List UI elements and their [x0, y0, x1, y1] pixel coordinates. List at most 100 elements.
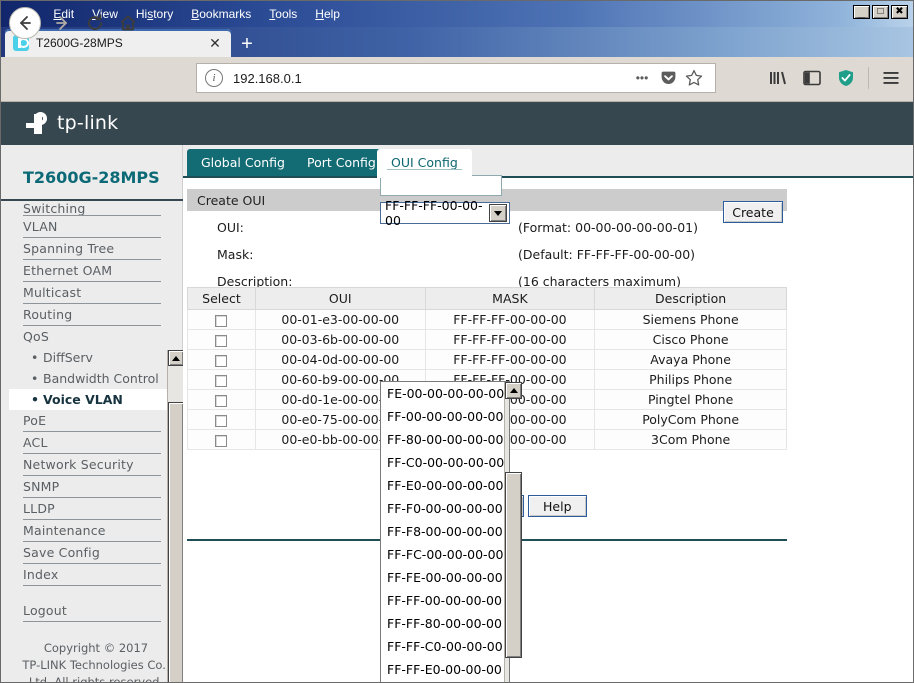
sidebar-item-acl[interactable]: ACL	[23, 432, 161, 454]
mask-option[interactable]: FE-00-00-00-00-00	[381, 382, 504, 405]
menu-tools[interactable]: Tools	[260, 6, 306, 22]
mask-option[interactable]: FF-FF-00-00-00-00	[381, 589, 504, 612]
page-actions-icon[interactable]: •••	[629, 71, 655, 85]
reload-icon	[88, 14, 102, 31]
menu-icon[interactable]	[875, 63, 907, 93]
sidebar-item-multicast[interactable]: Multicast	[23, 282, 161, 304]
site-info-icon[interactable]: i	[205, 69, 223, 87]
back-arrow-icon	[20, 16, 31, 30]
dropdown-scroll-thumb[interactable]	[505, 472, 523, 658]
sidebar-item-spanning-tree[interactable]: Spanning Tree	[23, 238, 161, 260]
minimize-button[interactable]: _	[853, 5, 870, 19]
new-tab-button[interactable]: +	[233, 32, 261, 57]
url-input[interactable]: 192.168.0.1	[233, 71, 629, 86]
row-description-cell: Philips Phone	[594, 369, 787, 390]
minimize-icon: _	[857, 4, 866, 19]
row-checkbox[interactable]	[215, 354, 228, 367]
mask-option[interactable]: FF-FF-C0-00-00-00	[381, 635, 504, 658]
row-oui-cell: 00-04-0d-00-00-00	[254, 349, 426, 370]
tab-close-icon[interactable]: ✕	[207, 36, 223, 50]
row-checkbox[interactable]	[215, 434, 228, 447]
app-header: tp-link	[1, 102, 913, 145]
toolbar-right	[762, 63, 907, 93]
device-model-label: T2600G-28MPS	[23, 167, 160, 187]
tab-port-config[interactable]: Port Config	[293, 149, 390, 176]
sidebar-item-snmp[interactable]: SNMP	[23, 476, 161, 498]
url-bar[interactable]: i 192.168.0.1 •••	[196, 63, 716, 93]
web-page-viewport: tp-link T2600G-28MPS Switching VLAN Span…	[1, 102, 913, 682]
sidebar-item-bandwidth-control[interactable]: Bandwidth Control	[23, 368, 183, 389]
sidebar-scrollbar[interactable]	[167, 350, 184, 682]
shield-icon[interactable]	[830, 63, 862, 93]
menu-bookmarks[interactable]: Bookmarks	[182, 6, 260, 22]
sidebar-item-lldp[interactable]: LLDP	[23, 498, 161, 520]
mask-dropdown-list[interactable]: FE-00-00-00-00-00 FF-00-00-00-00-00 FF-80-…	[380, 381, 523, 682]
sidebar-scroll-thumb[interactable]	[168, 402, 184, 682]
mask-select-arrow[interactable]	[489, 204, 507, 222]
sidebar-scroll-up-button[interactable]	[168, 350, 184, 366]
mask-option[interactable]: FF-80-00-00-00-00	[381, 428, 504, 451]
mask-option[interactable]: FF-F0-00-00-00-00	[381, 497, 504, 520]
sidebar-item-index[interactable]: Index	[23, 564, 161, 586]
sidebar-item-voice-vlan[interactable]: Voice VLAN	[9, 389, 183, 410]
sidebar-item-diffserv[interactable]: DiffServ	[23, 347, 183, 368]
row-checkbox[interactable]	[215, 314, 228, 327]
brand-text: tp-link	[57, 112, 119, 134]
dropdown-scroll-up-button[interactable]	[505, 382, 523, 399]
sidebar-item-poe[interactable]: PoE	[23, 410, 161, 432]
copyright-block: Copyright © 2017 TP-LINK Technologies Co…	[9, 640, 183, 682]
pocket-icon[interactable]	[655, 70, 681, 87]
row-checkbox[interactable]	[215, 394, 228, 407]
row-oui-cell: 00-01-e3-00-00-00	[254, 309, 426, 330]
sidebar: T2600G-28MPS Switching VLAN Spanning Tre…	[1, 145, 184, 682]
home-button[interactable]	[112, 7, 144, 39]
maximize-icon: □	[877, 6, 884, 17]
window-controls: _ □ ✖	[853, 5, 908, 19]
sidebar-item-vlan[interactable]: VLAN	[23, 216, 161, 238]
mask-option[interactable]: FF-00-00-00-00-00	[381, 405, 504, 428]
row-checkbox[interactable]	[215, 374, 228, 387]
row-checkbox[interactable]	[215, 334, 228, 347]
close-button[interactable]: ✖	[891, 5, 908, 19]
sidebar-divider	[1, 199, 183, 201]
mask-select[interactable]: FF-FF-FF-00-00-00	[380, 198, 510, 228]
sidebar-item-maintenance[interactable]: Maintenance	[23, 520, 161, 542]
mask-option[interactable]: FF-FC-00-00-00-00	[381, 543, 504, 566]
menu-help[interactable]: Help	[306, 6, 349, 22]
mask-option[interactable]: FF-FE-00-00-00-00	[381, 566, 504, 589]
tplink-mark-icon	[25, 110, 51, 136]
create-button[interactable]: Create	[723, 201, 783, 223]
sidebar-item-ethernet-oam[interactable]: Ethernet OAM	[23, 260, 161, 282]
tab-oui-config[interactable]: OUI Config	[377, 149, 472, 178]
sidebar-item-network-security[interactable]: Network Security	[23, 454, 161, 476]
mask-dropdown-scrollbar[interactable]	[504, 382, 523, 682]
sidebar-item-save-config[interactable]: Save Config	[23, 542, 161, 564]
reload-button[interactable]	[79, 7, 111, 39]
mask-select-value: FF-FF-FF-00-00-00	[385, 198, 483, 228]
mask-option[interactable]: FF-C0-00-00-00-00	[381, 451, 504, 474]
row-oui-cell: 00-03-6b-00-00-00	[254, 329, 426, 350]
mask-option[interactable]: FF-FF-E0-00-00-00	[381, 658, 504, 681]
sidebar-item-routing[interactable]: Routing	[23, 304, 161, 326]
mask-option[interactable]: FF-FF-80-00-00-00	[381, 612, 504, 635]
forward-button[interactable]	[46, 7, 78, 39]
chevron-up-icon	[172, 355, 180, 361]
mask-option[interactable]: FF-E0-00-00-00-00	[381, 474, 504, 497]
row-checkbox[interactable]	[215, 414, 228, 427]
sidebar-item-switching[interactable]: Switching	[23, 203, 161, 216]
maximize-button[interactable]: □	[872, 5, 889, 19]
library-icon[interactable]	[762, 63, 794, 93]
sidebar-item-qos[interactable]: QoS	[23, 326, 161, 347]
help-button[interactable]: Help	[528, 495, 587, 517]
oui-format-hint: (Format: 00-00-00-00-00-01)	[518, 220, 698, 235]
oui-input[interactable]	[380, 175, 502, 196]
sidebar-item-logout[interactable]: Logout	[23, 600, 161, 622]
mask-option[interactable]: FF-F8-00-00-00-00	[381, 520, 504, 543]
bookmark-star-icon[interactable]	[681, 69, 707, 87]
tab-global-config[interactable]: Global Config	[187, 149, 299, 176]
table-row: 00-01-e3-00-00-00 FF-FF-FF-00-00-00 Siemen…	[187, 309, 787, 330]
sidebar-icon[interactable]	[796, 63, 828, 93]
back-button[interactable]	[9, 7, 41, 39]
row-description-cell: PolyCom Phone	[594, 409, 787, 430]
browser-window: File Edit View History Bookmarks Tools H…	[0, 0, 914, 683]
